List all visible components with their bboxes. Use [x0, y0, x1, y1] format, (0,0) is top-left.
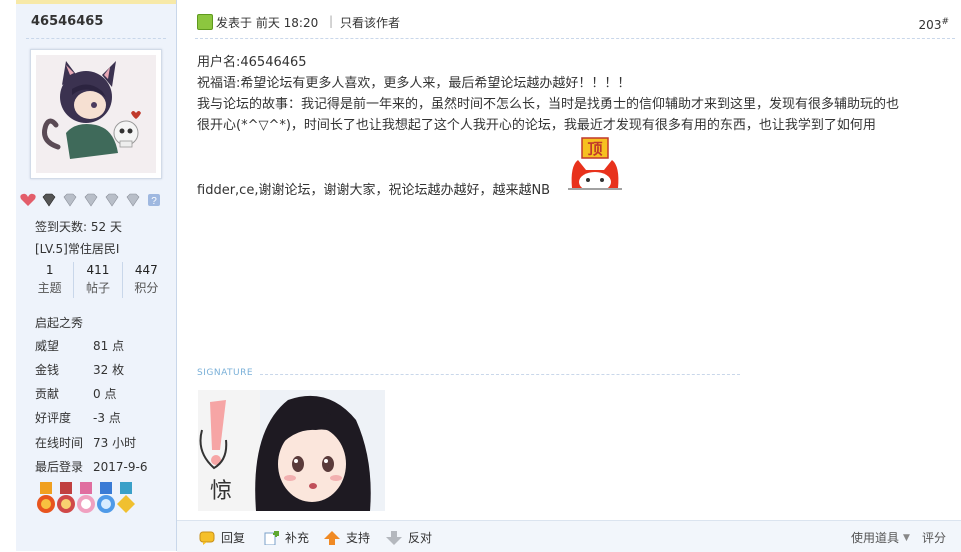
post-time: 发表于 前天 18:20 [216, 16, 319, 30]
count-threads[interactable]: 1 主题 [26, 262, 73, 298]
level-stars: ? [20, 191, 162, 209]
user-level[interactable]: [LV.5]常住居民I [35, 240, 119, 257]
info-value: 0 点 [93, 387, 117, 401]
support-label: 支持 [346, 531, 371, 545]
info-key: 贡献 [35, 387, 60, 401]
separator: | [329, 14, 334, 28]
info-key: 在线时间 [35, 436, 84, 450]
info-online-time: 在线时间 73 小时 [35, 434, 136, 454]
medal-icon[interactable] [36, 482, 56, 514]
use-tools-menu[interactable]: 使用道具 ▼ [851, 529, 910, 546]
info-value: 81 点 [93, 339, 125, 353]
info-key: 金钱 [35, 363, 60, 377]
username[interactable]: 46546465 [31, 14, 103, 29]
heart-badge-icon [20, 193, 36, 207]
floor-number[interactable]: 203# [919, 17, 949, 32]
count-label: 积分 [134, 281, 159, 295]
info-value: -3 点 [93, 411, 121, 425]
rank-title: 启起之秀 [35, 316, 84, 330]
info-rating: 好评度 -3 点 [35, 409, 121, 429]
post-line: 我与论坛的故事：我记得是前一年来的，虽然时间不怎么长，当时是找勇士的信仰辅助才来… [197, 97, 900, 112]
info-key: 好评度 [35, 411, 72, 425]
avatar[interactable] [30, 49, 162, 179]
floor-mark: # [941, 17, 949, 27]
panel-top-accent [16, 0, 176, 4]
count-points[interactable]: 447 积分 [121, 262, 170, 298]
count-value: 1 [45, 263, 54, 277]
post-line: 祝福语:希望论坛有更多人喜欢，更多人来，最后希望论坛越办越好！！！！ [197, 76, 631, 91]
avatar-image [36, 55, 156, 173]
diamond-dark-icon [41, 193, 57, 207]
supplement-button[interactable]: 补充 [263, 529, 309, 546]
info-key: 威望 [35, 339, 60, 353]
arrow-up-icon [324, 530, 340, 545]
arrow-down-icon [386, 530, 402, 545]
only-author-link[interactable]: 只看该作者 [340, 14, 400, 31]
oppose-label: 反对 [408, 531, 433, 545]
online-status-icon [197, 14, 213, 30]
info-last-login: 最后登录 2017-9-6 [35, 458, 147, 478]
medal-icon[interactable] [56, 482, 76, 514]
diamond-icon [62, 193, 78, 207]
medal-icon[interactable] [116, 482, 136, 514]
tools-label: 使用道具 [851, 531, 900, 545]
chevron-down-icon: ▼ [903, 532, 910, 543]
count-value: 411 [86, 263, 110, 277]
checkin-days: 签到天数: 52 天 [35, 220, 122, 234]
emoji-text: 顶 [587, 140, 602, 158]
medal-icon[interactable] [96, 482, 116, 514]
reply-button[interactable]: 回复 [199, 529, 245, 546]
post-line: 用户名:46546465 [197, 55, 307, 70]
diamond-icon [125, 193, 141, 207]
svg-text:?: ? [151, 196, 157, 207]
diamond-icon [104, 193, 120, 207]
medal-list [36, 482, 136, 514]
reply-label: 回复 [221, 531, 246, 545]
reply-icon [199, 531, 215, 545]
info-prestige: 威望 81 点 [35, 337, 124, 357]
bump-emoji-icon: 顶 [568, 137, 622, 192]
info-value: 2017-9-6 [93, 460, 148, 474]
signature-divider [260, 374, 740, 375]
help-icon[interactable]: ? [146, 193, 162, 207]
info-contribution: 贡献 0 点 [35, 385, 116, 405]
divider [195, 38, 955, 39]
medal-icon[interactable] [76, 482, 96, 514]
support-button[interactable]: 支持 [324, 529, 370, 546]
supplement-label: 补充 [285, 531, 310, 545]
rate-label: 评分 [922, 531, 947, 545]
count-value: 447 [134, 263, 158, 277]
info-value: 73 小时 [93, 436, 137, 450]
user-counts: 1 主题 411 帖子 447 积分 [26, 262, 170, 298]
signature-image: 惊 [198, 390, 385, 511]
post-action-bar: 回复 补充 支持 反对 使用道具 ▼ 评分 [177, 520, 961, 552]
post-header: 发表于 前天 18:20 | 只看该作者 203# [195, 8, 955, 36]
info-money: 金钱 32 枚 [35, 361, 124, 381]
floor-value: 203 [918, 18, 942, 32]
info-key: 最后登录 [35, 460, 84, 474]
rate-button[interactable]: 评分 [922, 529, 946, 546]
diamond-icon [83, 193, 99, 207]
count-label: 帖子 [85, 281, 110, 295]
oppose-button[interactable]: 反对 [386, 529, 432, 546]
count-label: 主题 [37, 281, 62, 295]
info-value: 32 枚 [93, 363, 125, 377]
count-posts[interactable]: 411 帖子 [73, 262, 121, 298]
user-panel: 46546465 ? 签到天数: 52 天 [LV.5]常住居民I 1 主题 4… [16, 0, 177, 551]
signature-label: SIGNATURE [197, 368, 254, 378]
edit-add-icon [263, 530, 279, 545]
post-line: 很开心(*^▽^*)，时间长了也让我想起了这个人我开心的论坛，我最近才发现有很多… [197, 118, 876, 133]
divider [26, 38, 166, 39]
signature-text: 惊 [210, 479, 232, 504]
